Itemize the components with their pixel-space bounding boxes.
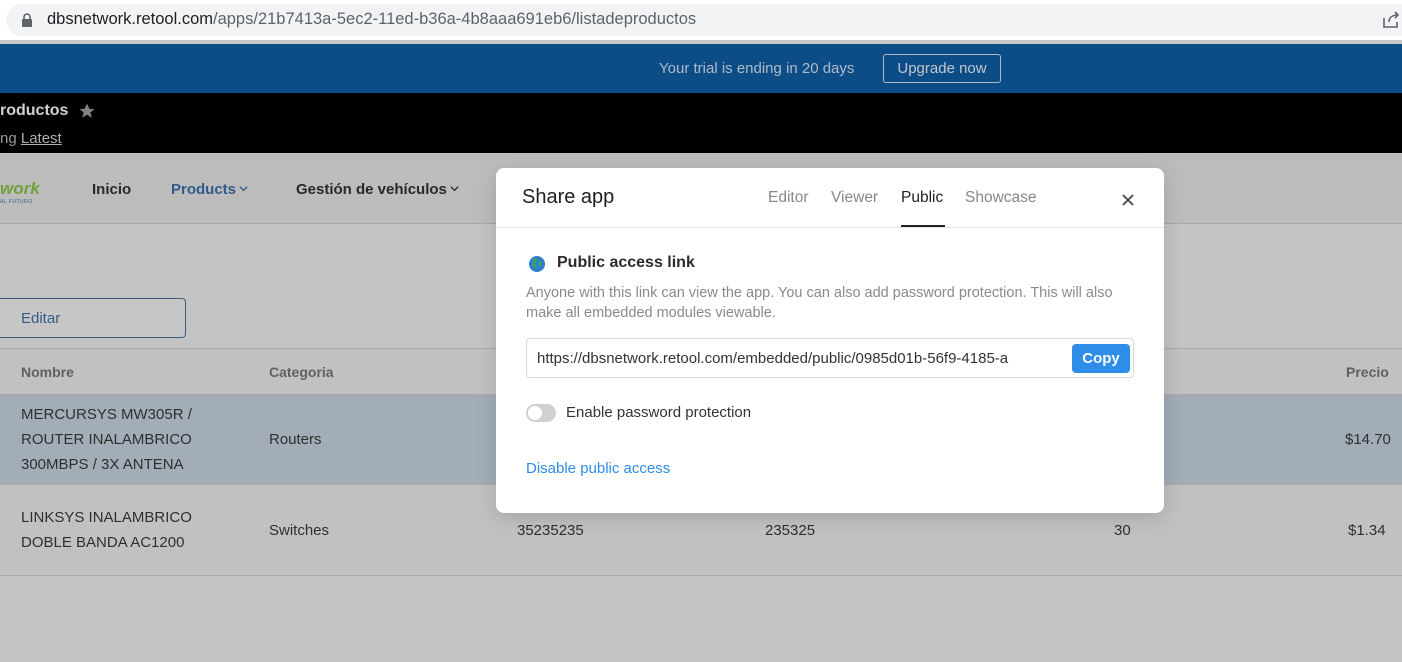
disable-public-access-link[interactable]: Disable public access xyxy=(526,460,670,477)
copy-button[interactable]: Copy xyxy=(1072,344,1130,373)
url-host: dbsnetwork.retool.com xyxy=(47,10,213,28)
public-link-field[interactable]: https://dbsnetwork.retool.com/embedded/p… xyxy=(526,338,1134,378)
share-app-modal: Share app Editor Viewer Public Showcase … xyxy=(496,168,1164,513)
share-icon[interactable] xyxy=(1381,10,1401,30)
tab-public[interactable]: Public xyxy=(901,189,943,207)
modal-title: Share app xyxy=(522,186,615,208)
section-title: Public access link xyxy=(557,254,695,271)
active-tab-indicator xyxy=(901,225,945,227)
modal-header: Share app Editor Viewer Public Showcase xyxy=(496,168,1164,228)
tab-editor[interactable]: Editor xyxy=(768,189,809,207)
lock-icon xyxy=(22,13,32,27)
section-description: Anyone with this link can view the app. … xyxy=(526,285,1113,321)
toggle-knob xyxy=(528,406,542,420)
tab-viewer[interactable]: Viewer xyxy=(831,189,878,207)
close-icon[interactable] xyxy=(1120,192,1136,208)
password-protection-toggle[interactable] xyxy=(526,404,556,422)
public-link-text: https://dbsnetwork.retool.com/embedded/p… xyxy=(537,350,1009,367)
url-text[interactable]: dbsnetwork.retool.com/apps/21b7413a-5ec2… xyxy=(47,10,696,29)
browser-address-bar: dbsnetwork.retool.com/apps/21b7413a-5ec2… xyxy=(0,0,1402,40)
url-path: /apps/21b7413a-5ec2-11ed-b36a-4b8aaa691e… xyxy=(213,10,697,28)
globe-icon xyxy=(529,256,545,272)
tab-showcase[interactable]: Showcase xyxy=(965,189,1037,207)
password-toggle-label: Enable password protection xyxy=(566,404,752,421)
